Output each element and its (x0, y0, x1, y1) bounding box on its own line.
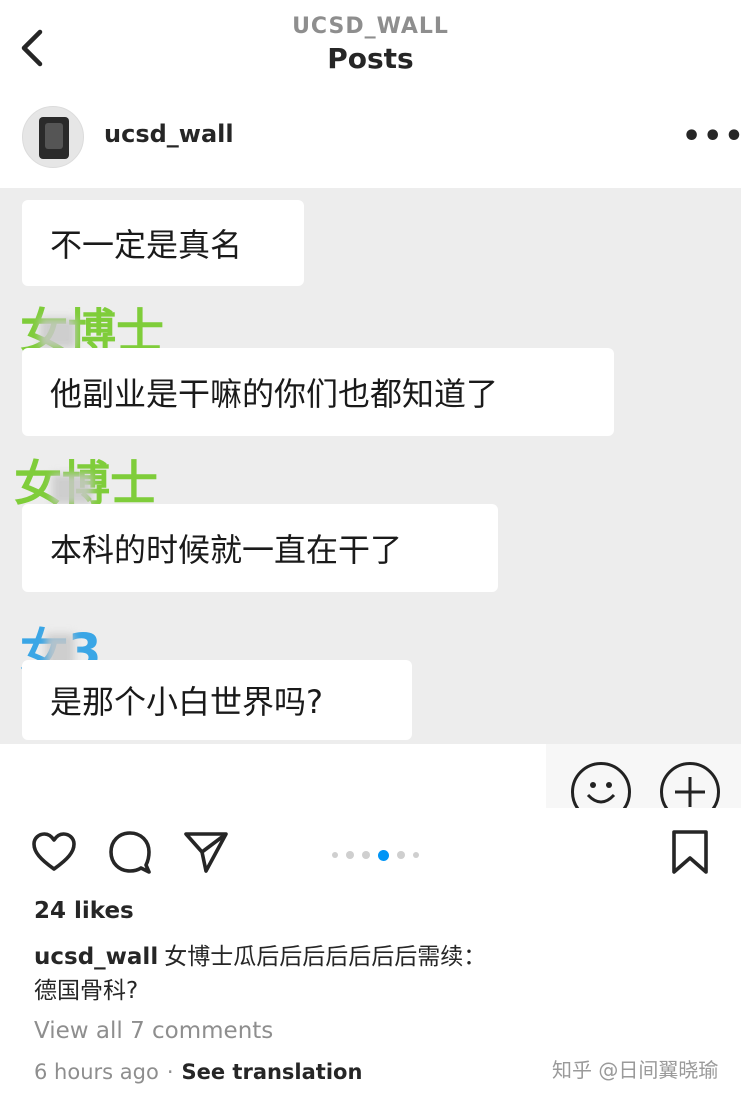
post-meta: 6 hours ago · See translation (34, 1060, 362, 1084)
carousel-indicator (332, 849, 419, 861)
share-icon (184, 832, 228, 873)
carousel-dot (397, 851, 405, 859)
avatar[interactable] (22, 106, 84, 168)
meta-separator: · (166, 1060, 174, 1084)
caption-username[interactable]: ucsd_wall (34, 944, 158, 970)
chat-message-text: 本科的时候就一直在干了 (50, 531, 403, 569)
view-all-comments-link[interactable]: View all 7 comments (34, 1018, 273, 1044)
chat-message-text: 他副业是干嘛的你们也都知道了 (50, 375, 499, 413)
chat-message-text: 是那个小白世界吗? (50, 683, 323, 721)
top-navigation-bar: UCSD_WALL Posts (0, 0, 741, 92)
carousel-dot (413, 852, 419, 858)
chat-input-field (0, 744, 546, 808)
watermark: 知乎 @日间翼晓瑜 (552, 1058, 719, 1082)
chat-bubble: 他副业是干嘛的你们也都知道了 (22, 348, 614, 436)
comment-button[interactable] (106, 828, 154, 876)
see-translation-link[interactable]: See translation (182, 1060, 363, 1084)
share-button[interactable] (182, 828, 230, 876)
carousel-dot (362, 851, 370, 859)
chat-bubble: 本科的时候就一直在干了 (22, 504, 498, 592)
post-caption: ucsd_wall 女博士瓜后后后后后后后需续： 德国骨科? (34, 940, 724, 1008)
save-button[interactable] (666, 828, 714, 876)
plus-circle-icon (660, 762, 720, 808)
bookmark-icon (672, 830, 708, 874)
carousel-dot (346, 851, 354, 859)
post-timestamp: 6 hours ago (34, 1060, 159, 1084)
emoji-icon (571, 762, 631, 808)
comment-icon (109, 831, 151, 874)
caption-text-line2: 德国骨科? (34, 978, 139, 1004)
chat-bubble: 不一定是真名 (22, 200, 304, 286)
page-title: Posts (327, 42, 414, 75)
carousel-dot (332, 852, 338, 858)
account-handle: UCSD_WALL (292, 14, 449, 39)
more-horizontal-icon: ••• (682, 119, 741, 154)
caption-text: 女博士瓜后后后后后后后需续： (164, 944, 487, 970)
chat-bubble: 是那个小白世界吗? (22, 660, 412, 740)
like-button[interactable] (30, 828, 78, 876)
chat-message-text: 不一定是真名 (50, 226, 243, 264)
post-actions (0, 812, 741, 892)
post-image[interactable]: 不一定是真名 女博士 他副业是干嘛的你们也都知道了 女博士 本科的时候就一直在干… (0, 188, 741, 808)
more-options-button[interactable]: ••• (682, 122, 741, 152)
post-header: ucsd_wall ••• (0, 96, 741, 184)
carousel-dot-active (378, 849, 389, 861)
post-username[interactable]: ucsd_wall (104, 120, 234, 148)
heart-icon (32, 832, 76, 871)
likes-count[interactable]: 24 likes (34, 898, 134, 924)
